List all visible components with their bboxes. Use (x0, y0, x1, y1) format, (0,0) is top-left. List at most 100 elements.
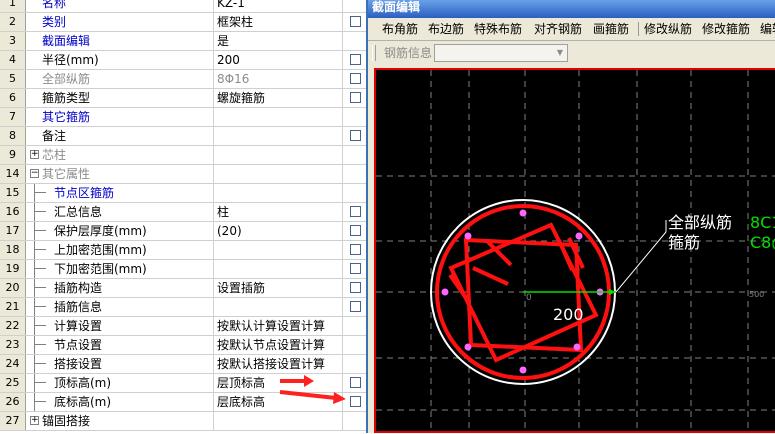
edit-stirrup-button[interactable]: 修改箍筋 (702, 21, 750, 38)
property-name-cell[interactable]: 上加密范围(mm) (26, 241, 214, 259)
row-checkbox[interactable] (350, 73, 361, 84)
property-name-cell[interactable]: 汇总信息 (26, 203, 214, 221)
property-value[interactable]: 设置插筋 (215, 279, 343, 297)
property-value[interactable] (215, 298, 343, 316)
place-edge-rebar-button[interactable]: 布边筋 (428, 21, 464, 38)
row-checkbox[interactable] (350, 206, 361, 217)
table-row[interactable]: 7 其它箍筋 (0, 108, 366, 127)
table-row[interactable]: 4 半径(mm) 200 (0, 51, 366, 70)
property-value[interactable] (215, 146, 343, 164)
row-checkbox[interactable] (350, 263, 361, 274)
property-name-cell[interactable]: 搭接设置 (26, 355, 214, 373)
special-rebar-button[interactable]: 特殊布筋 (474, 21, 522, 38)
tree-line (34, 317, 35, 335)
property-name-cell[interactable]: 其它箍筋 (26, 108, 214, 126)
table-row[interactable]: 16 汇总信息 柱 (0, 203, 366, 222)
window-title[interactable]: 截面编辑 (368, 0, 775, 18)
table-row[interactable]: 21 插筋信息 (0, 298, 366, 317)
property-name-cell[interactable]: 全部纵筋 (26, 70, 214, 88)
row-checkbox[interactable] (350, 396, 361, 407)
property-value[interactable]: 框架柱 (215, 13, 343, 31)
table-row[interactable]: 15 节点区箍筋 (0, 184, 366, 203)
property-name-cell[interactable]: 类别 (26, 13, 214, 31)
section-drawing[interactable]: 200 0 500 全部纵筋 8C1 箍筋 C8@ (376, 70, 775, 431)
table-row[interactable]: 17 保护层厚度(mm) (20) (0, 222, 366, 241)
table-row[interactable]: 1 名称 KZ-1 (0, 0, 366, 13)
property-value[interactable] (215, 412, 343, 430)
edit-button[interactable]: 编辑 (760, 21, 775, 38)
draw-stirrup-button[interactable]: 画箍筋 (593, 21, 629, 38)
property-name: 半径(mm) (42, 53, 99, 67)
property-name-cell[interactable]: 下加密范围(mm) (26, 260, 214, 278)
property-name: 备注 (42, 129, 67, 143)
property-name-cell[interactable]: 节点设置 (26, 336, 214, 354)
row-checkbox[interactable] (350, 16, 361, 27)
property-value[interactable]: 8Φ16 (215, 70, 343, 88)
row-number: 7 (0, 108, 26, 126)
table-row[interactable]: 27 + 锚固搭接 (0, 412, 366, 431)
property-value[interactable] (215, 260, 343, 278)
property-name-cell[interactable]: + 锚固搭接 (26, 412, 214, 430)
row-number: 20 (0, 279, 26, 297)
edit-longitudinal-rebar-button[interactable]: 修改纵筋 (644, 21, 692, 38)
property-name-cell[interactable]: 底标高(m) (26, 393, 214, 411)
collapse-icon[interactable]: − (30, 169, 39, 178)
section-canvas[interactable]: 200 0 500 全部纵筋 8C1 箍筋 C8@ (374, 68, 775, 433)
table-row[interactable]: 3 截面编辑 是 (0, 32, 366, 51)
property-value[interactable]: 按默认搭接设置计算 (215, 355, 343, 373)
table-row[interactable]: 8 备注 (0, 127, 366, 146)
property-name-cell[interactable]: 计算设置 (26, 317, 214, 335)
table-row[interactable]: 18 上加密范围(mm) (0, 241, 366, 260)
property-value[interactable]: 按默认计算设置计算 (215, 317, 343, 335)
row-checkbox[interactable] (350, 377, 361, 388)
property-name-cell[interactable]: 节点区箍筋 (26, 184, 214, 202)
property-name-cell[interactable]: + 芯柱 (26, 146, 214, 164)
property-value[interactable]: (20) (215, 222, 343, 240)
tree-line (34, 393, 35, 411)
table-row[interactable]: 14− 其它属性 (0, 165, 366, 184)
property-name-cell[interactable]: 备注 (26, 127, 214, 145)
property-name-cell[interactable]: 插筋信息 (26, 298, 214, 316)
align-rebar-button[interactable]: 对齐钢筋 (534, 21, 582, 38)
property-name-cell[interactable]: − 其它属性 (26, 165, 214, 183)
property-name-cell[interactable]: 插筋构造 (26, 279, 214, 297)
property-value[interactable]: KZ-1 (215, 0, 343, 12)
row-checkbox[interactable] (350, 130, 361, 141)
property-value[interactable] (215, 184, 343, 202)
property-value[interactable]: 螺旋箍筋 (215, 89, 343, 107)
table-row[interactable]: 6 箍筋类型 螺旋箍筋 (0, 89, 366, 108)
expand-icon[interactable]: + (30, 416, 39, 425)
row-checkbox[interactable] (350, 92, 361, 103)
table-row[interactable]: 2 类别 框架柱 (0, 13, 366, 32)
table-row[interactable]: 19 下加密范围(mm) (0, 260, 366, 279)
property-name-cell[interactable]: 半径(mm) (26, 51, 214, 69)
table-row[interactable]: 9 + 芯柱 (0, 146, 366, 165)
property-value[interactable] (215, 241, 343, 259)
table-row[interactable]: 23 节点设置 按默认节点设置计算 (0, 336, 366, 355)
table-row[interactable]: 5 全部纵筋 8Φ16 (0, 70, 366, 89)
property-value[interactable]: 柱 (215, 203, 343, 221)
row-checkbox[interactable] (350, 54, 361, 65)
property-name-cell[interactable]: 顶标高(m) (26, 374, 214, 392)
property-value[interactable]: 200 (215, 51, 343, 69)
property-value[interactable]: 是 (215, 32, 343, 50)
property-value[interactable]: 按默认节点设置计算 (215, 336, 343, 354)
row-checkbox[interactable] (350, 225, 361, 236)
row-number: 8 (0, 127, 26, 145)
property-value[interactable] (215, 108, 343, 126)
property-name-cell[interactable]: 保护层厚度(mm) (26, 222, 214, 240)
property-value[interactable] (215, 165, 343, 183)
row-checkbox[interactable] (350, 244, 361, 255)
row-checkbox[interactable] (350, 301, 361, 312)
expand-icon[interactable]: + (30, 150, 39, 159)
property-name-cell[interactable]: 箍筋类型 (26, 89, 214, 107)
table-row[interactable]: 20 插筋构造 设置插筋 (0, 279, 366, 298)
property-name: 上加密范围(mm) (54, 243, 147, 257)
property-value[interactable] (215, 127, 343, 145)
table-row[interactable]: 22 计算设置 按默认计算设置计算 (0, 317, 366, 336)
rebar-info-select[interactable]: ▼ (434, 44, 568, 62)
place-corner-rebar-button[interactable]: 布角筋 (382, 21, 418, 38)
property-name-cell[interactable]: 名称 (26, 0, 214, 12)
property-name-cell[interactable]: 截面编辑 (26, 32, 214, 50)
row-checkbox[interactable] (350, 282, 361, 293)
